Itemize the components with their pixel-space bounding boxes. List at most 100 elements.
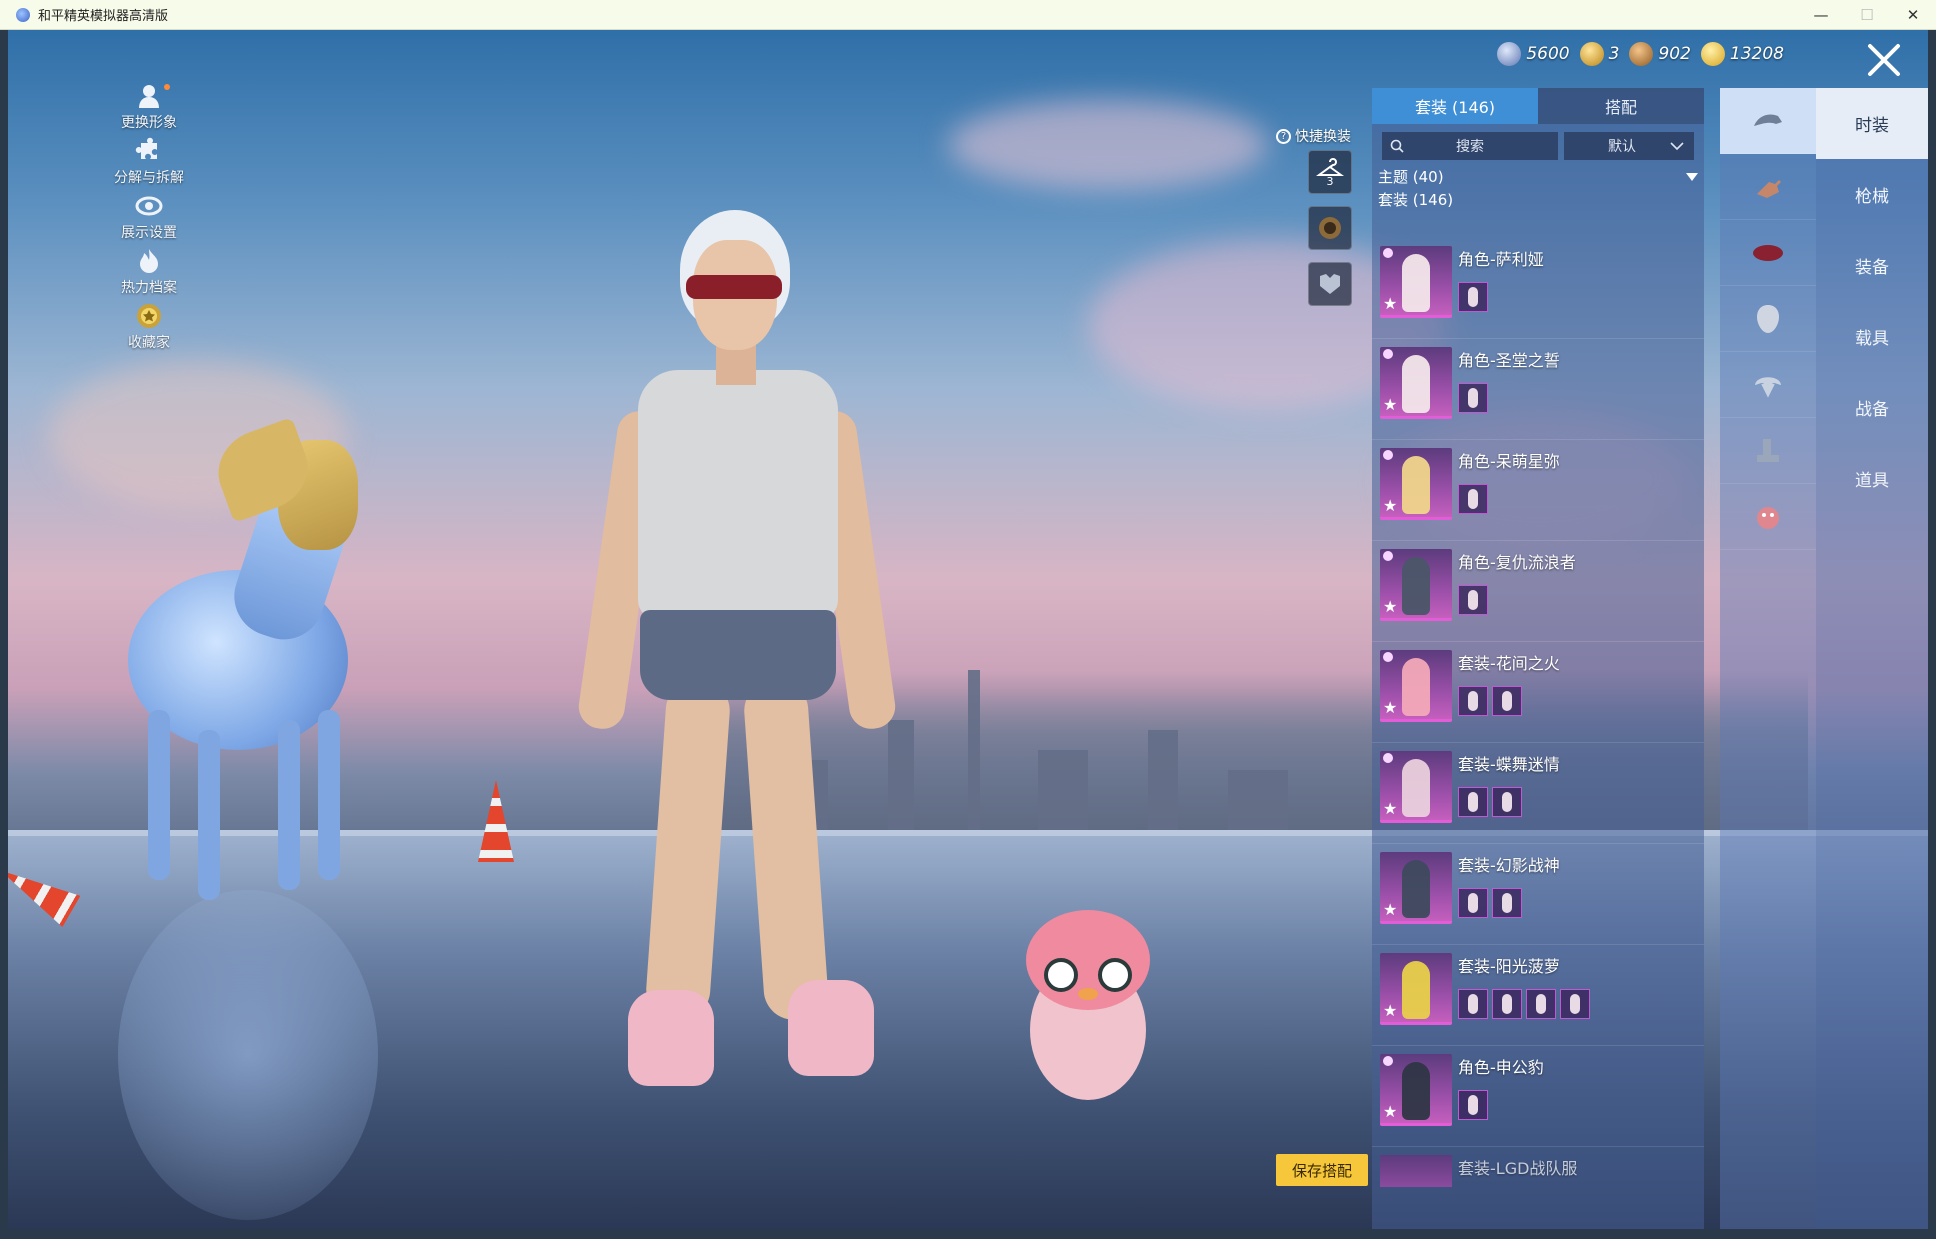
hat-icon[interactable] <box>1720 88 1816 154</box>
quick-change-slot-button[interactable]: 3 <box>1308 150 1352 194</box>
left-menu-label: 收藏家 <box>128 335 170 351</box>
outfit-list: ★ 角色-萨利娅 ★ 角色-圣堂之誓 ★ 角色-呆萌星弥 ★ 角色-复仇流浪者 … <box>1372 238 1704 1187</box>
outfit-panel: 套装 (146) 搭配 搜索 默认 主题 (40) 套装 (146) ★ 角色-… <box>1372 88 1704 1229</box>
outfit-part-icon <box>1458 888 1488 918</box>
building <box>1228 770 1288 830</box>
maximize-button[interactable]: ☐ <box>1844 0 1890 30</box>
outfit-figure <box>1402 456 1430 514</box>
search-placeholder: 搜索 <box>1456 139 1484 155</box>
parachute-icon[interactable] <box>1720 352 1816 418</box>
left-menu-item-change-look[interactable]: 更换形象 <box>94 82 204 137</box>
outfit-item[interactable]: ★ 套装-幻影战神 <box>1372 844 1704 945</box>
star-icon: ★ <box>1383 1102 1398 1121</box>
left-menu: 更换形象 分解与拆解 展示设置 热力档案 收藏家 <box>94 82 204 357</box>
left-menu-label: 更换形象 <box>121 115 177 131</box>
theme-header[interactable]: 主题 (40) <box>1372 160 1704 187</box>
outfit-thumbnail: ★ <box>1380 852 1452 924</box>
category-fashion[interactable]: 时装 <box>1816 88 1928 159</box>
notification-dot <box>164 84 170 90</box>
outfit-item[interactable]: ★ 角色-复仇流浪者 <box>1372 541 1704 642</box>
window-close-button[interactable]: ✕ <box>1890 0 1936 30</box>
outfit-item[interactable]: ★ 套装-蝶舞迷情 <box>1372 743 1704 844</box>
star-icon: ★ <box>1383 294 1398 313</box>
app-icon <box>16 7 30 22</box>
mask-icon[interactable] <box>1720 286 1816 352</box>
outfit-part-icon <box>1458 484 1488 514</box>
outfit-item[interactable]: ★ 套装-花间之火 <box>1372 642 1704 743</box>
outfit-thumbnail: ★ <box>1380 246 1452 318</box>
player-character[interactable] <box>568 210 899 1090</box>
outfit-thumbnail: ★ <box>1380 650 1452 722</box>
quick-change-text: 快捷换装 <box>1295 129 1351 145</box>
quick-slot-number: 3 <box>1326 175 1334 188</box>
outfit-name: 角色-复仇流浪者 <box>1458 553 1576 572</box>
outfit-thumbnail: ★ <box>1380 549 1452 621</box>
flame-icon <box>135 247 163 275</box>
emote-icon[interactable] <box>1720 484 1816 550</box>
boot-icon[interactable] <box>1720 418 1816 484</box>
category-equipment[interactable]: 装备 <box>1816 230 1928 301</box>
window-titlebar: 和平精英模拟器高清版 — ☐ ✕ <box>0 0 1936 30</box>
outfit-item[interactable]: ★ 角色-呆萌星弥 <box>1372 440 1704 541</box>
tab-combos[interactable]: 搭配 <box>1538 88 1704 124</box>
tab-sets[interactable]: 套装 (146) <box>1372 88 1538 124</box>
category-vehicles[interactable]: 载具 <box>1816 301 1928 372</box>
category-combat-gear[interactable]: 战备 <box>1816 372 1928 443</box>
sort-value: 默认 <box>1608 139 1636 155</box>
left-menu-item-heat-profile[interactable]: 热力档案 <box>94 247 204 302</box>
category-weapons[interactable]: 枪械 <box>1816 159 1928 230</box>
sort-dropdown[interactable]: 默认 <box>1564 132 1694 160</box>
helmet-icon <box>1319 217 1341 239</box>
currency-value: 902 <box>1658 44 1691 64</box>
pet-beak <box>1078 988 1098 1000</box>
outfit-part-icon <box>1492 888 1522 918</box>
puzzle-icon <box>135 137 163 165</box>
currency-value: 3 <box>1608 44 1620 64</box>
outfit-item[interactable]: ★ 角色-申公豹 <box>1372 1046 1704 1147</box>
star-icon: ★ <box>1383 698 1398 717</box>
outfit-figure <box>1402 860 1430 918</box>
quick-change-label[interactable]: ? 快捷换装 <box>1276 126 1351 146</box>
role-badge-icon <box>1383 753 1393 763</box>
pet-eye <box>1098 958 1132 992</box>
search-input[interactable]: 搜索 <box>1382 132 1558 160</box>
unicorn-mount[interactable] <box>108 417 388 1220</box>
left-menu-item-decompose[interactable]: 分解与拆解 <box>94 137 204 192</box>
star-icon: ★ <box>1383 395 1398 414</box>
category-items[interactable]: 道具 <box>1816 443 1928 514</box>
left-menu-item-collector[interactable]: 收藏家 <box>94 302 204 357</box>
outfit-item[interactable]: 套装-LGD战队服 <box>1372 1147 1704 1187</box>
character-shirt <box>638 370 838 620</box>
character-leg <box>742 678 830 1022</box>
outfit-tabs: 套装 (146) 搭配 <box>1372 88 1704 124</box>
outfit-item[interactable]: ★ 角色-圣堂之誓 <box>1372 339 1704 440</box>
minimize-button[interactable]: — <box>1798 0 1844 30</box>
currency-value: 5600 <box>1526 44 1570 64</box>
gold-coin-icon <box>1700 42 1725 66</box>
left-menu-item-display-settings[interactable]: 展示设置 <box>94 192 204 247</box>
outfit-name: 套装-阳光菠萝 <box>1458 957 1560 976</box>
quick-change-armor-button[interactable] <box>1308 262 1352 306</box>
save-combo-button[interactable]: 保存搭配 <box>1276 1154 1368 1186</box>
quick-change-outfit-button[interactable] <box>1308 206 1352 250</box>
role-badge-icon <box>1383 1056 1393 1066</box>
role-badge-icon <box>1383 349 1393 359</box>
outfit-thumbnail: ★ <box>1380 1054 1452 1126</box>
helmet-icon[interactable] <box>1720 220 1816 286</box>
close-icon[interactable] <box>1862 38 1906 82</box>
left-menu-label: 分解与拆解 <box>114 170 184 186</box>
unicorn-leg <box>278 720 300 890</box>
gun-icon[interactable] <box>1720 154 1816 220</box>
medal-icon <box>135 302 163 330</box>
pet-companion[interactable] <box>1018 910 1158 1120</box>
outfit-part-icon <box>1492 787 1522 817</box>
character-shorts <box>640 610 836 700</box>
left-menu-label: 热力档案 <box>121 280 177 296</box>
outfit-name: 套装-幻影战神 <box>1458 856 1560 875</box>
outfit-part-icon <box>1458 686 1488 716</box>
currency-gold: 13208 <box>1700 42 1784 66</box>
person-icon <box>135 82 163 110</box>
outfit-item[interactable]: ★ 角色-萨利娅 <box>1372 238 1704 339</box>
outfit-item[interactable]: ★ 套装-阳光菠萝 <box>1372 945 1704 1046</box>
outfit-name: 角色-呆萌星弥 <box>1458 452 1560 471</box>
